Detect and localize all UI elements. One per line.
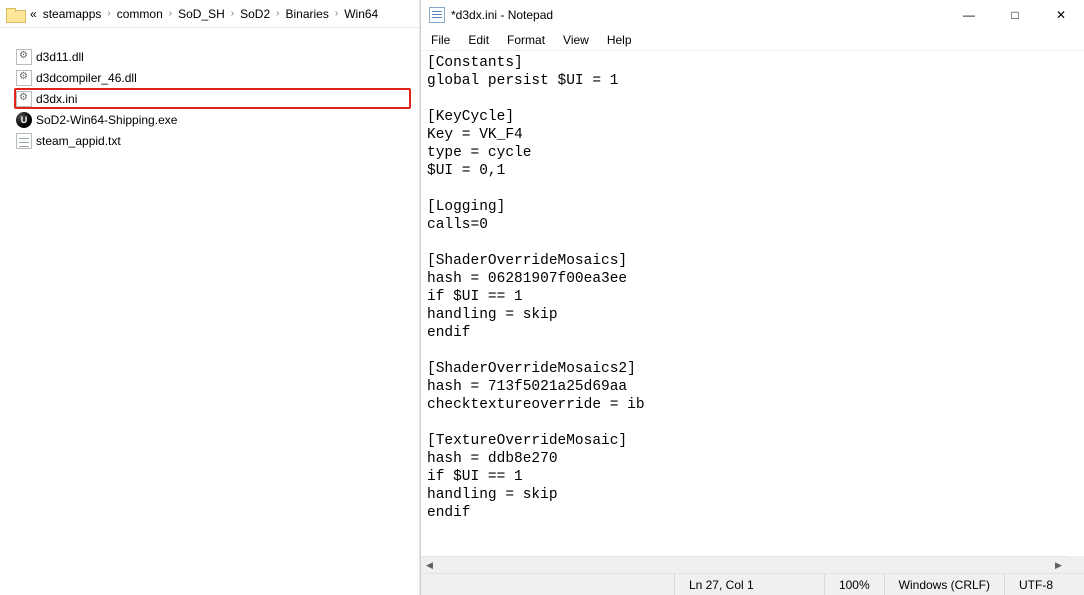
breadcrumb-item[interactable]: common: [117, 7, 163, 21]
notepad-title: *d3dx.ini - Notepad: [451, 8, 553, 22]
folder-icon: [6, 7, 24, 21]
menu-help[interactable]: Help: [605, 32, 634, 48]
breadcrumb-item[interactable]: SoD_SH: [178, 7, 225, 21]
file-row[interactable]: d3dcompiler_46.dll: [14, 67, 411, 88]
gear-page-icon: [16, 49, 32, 65]
menu-edit[interactable]: Edit: [466, 32, 491, 48]
menu-file[interactable]: File: [429, 32, 452, 48]
menu-format[interactable]: Format: [505, 32, 547, 48]
chevron-right-icon: ›: [335, 8, 338, 19]
chevron-right-icon: ›: [169, 8, 172, 19]
notepad-body: [Constants] global persist $UI = 1 [KeyC…: [421, 50, 1084, 573]
notepad-titlebar[interactable]: *d3dx.ini - Notepad — □ ✕: [421, 0, 1084, 30]
scroll-corner: [1067, 556, 1084, 573]
status-eol: Windows (CRLF): [884, 574, 1004, 595]
notepad-app-icon: [429, 7, 445, 23]
status-cursor: Ln 27, Col 1: [674, 574, 824, 595]
explorer-address-bar[interactable]: « steamapps › common › SoD_SH › SoD2 › B…: [0, 0, 419, 28]
gear-page-icon: [16, 70, 32, 86]
chevron-right-icon: ›: [231, 8, 234, 19]
scroll-left-icon[interactable]: ◀: [421, 557, 438, 574]
notepad-menubar: File Edit Format View Help: [421, 30, 1084, 50]
file-explorer-pane: « steamapps › common › SoD_SH › SoD2 › B…: [0, 0, 420, 595]
breadcrumb: « steamapps › common › SoD_SH › SoD2 › B…: [30, 7, 378, 21]
file-name: SoD2-Win64-Shipping.exe: [36, 113, 177, 127]
file-name: d3dx.ini: [36, 92, 77, 106]
chevron-right-icon: ›: [107, 8, 110, 19]
file-row[interactable]: d3d11.dll: [14, 46, 411, 67]
ini-page-icon: [16, 91, 32, 107]
exe-icon: [16, 112, 32, 128]
breadcrumb-prefix: «: [30, 7, 37, 21]
menu-view[interactable]: View: [561, 32, 591, 48]
file-name: steam_appid.txt: [36, 134, 121, 148]
notepad-window: *d3dx.ini - Notepad — □ ✕ File Edit Form…: [420, 0, 1084, 595]
file-row-highlighted[interactable]: d3dx.ini: [14, 88, 411, 109]
breadcrumb-item[interactable]: SoD2: [240, 7, 270, 21]
file-row[interactable]: steam_appid.txt: [14, 130, 411, 151]
status-encoding: UTF-8: [1004, 574, 1084, 595]
scroll-track[interactable]: [438, 557, 1050, 573]
file-name: d3dcompiler_46.dll: [36, 71, 137, 85]
notepad-text-area[interactable]: [Constants] global persist $UI = 1 [KeyC…: [421, 51, 1084, 573]
chevron-right-icon: ›: [276, 8, 279, 19]
status-zoom: 100%: [824, 574, 884, 595]
file-row[interactable]: SoD2-Win64-Shipping.exe: [14, 109, 411, 130]
scroll-right-icon[interactable]: ▶: [1050, 557, 1067, 574]
breadcrumb-item[interactable]: steamapps: [43, 7, 102, 21]
close-button[interactable]: ✕: [1038, 0, 1084, 30]
horizontal-scrollbar[interactable]: ◀ ▶: [421, 556, 1067, 573]
txt-page-icon: [16, 133, 32, 149]
explorer-file-list: d3d11.dll d3dcompiler_46.dll d3dx.ini So…: [0, 28, 419, 151]
breadcrumb-item[interactable]: Win64: [344, 7, 378, 21]
minimize-button[interactable]: —: [946, 0, 992, 30]
notepad-statusbar: Ln 27, Col 1 100% Windows (CRLF) UTF-8: [421, 573, 1084, 595]
window-buttons: — □ ✕: [946, 0, 1084, 30]
breadcrumb-item[interactable]: Binaries: [286, 7, 329, 21]
file-name: d3d11.dll: [36, 50, 84, 64]
maximize-button[interactable]: □: [992, 0, 1038, 30]
